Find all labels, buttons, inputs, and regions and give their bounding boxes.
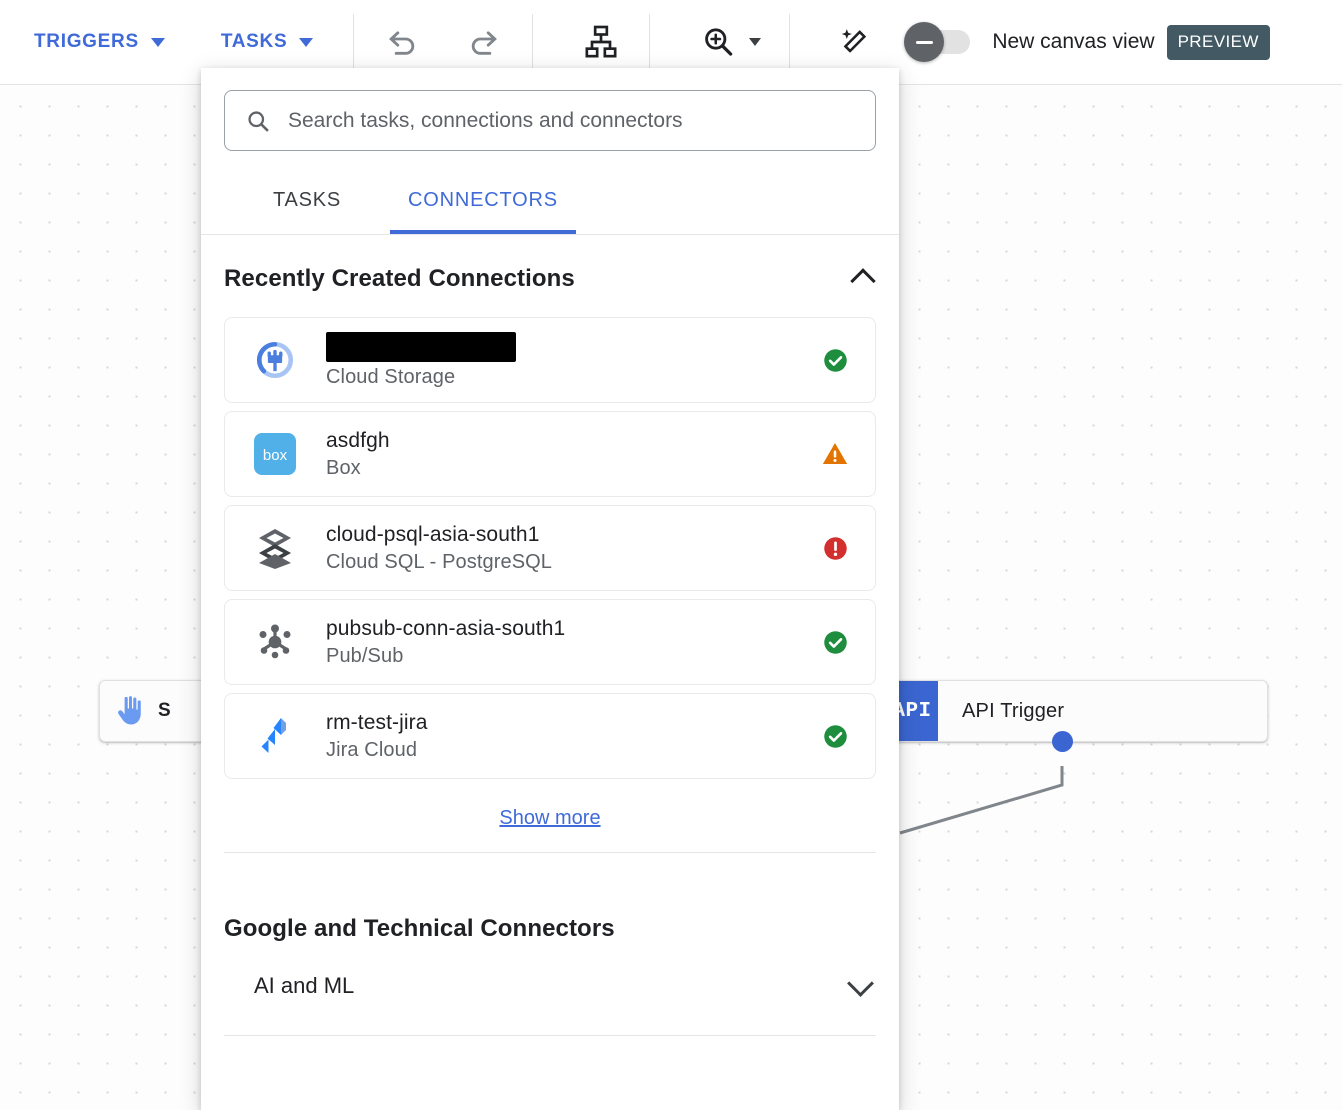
search-icon [245,108,271,134]
chevron-down-icon[interactable] [848,973,874,999]
connection-type: Cloud Storage [326,366,820,389]
check-circle-icon [822,629,849,656]
auto-layout-button[interactable] [581,22,621,62]
canvas-node-api-trigger[interactable]: API API Trigger [885,680,1268,742]
category-label: AI and ML [254,973,354,999]
list-item[interactable]: pubsub-conn-asia-south1 Pub/Sub [224,599,876,685]
node-output-connector[interactable] [1052,731,1073,752]
tasks-menu-button[interactable]: TASKS [217,21,317,63]
new-canvas-view-switch[interactable] [908,30,970,54]
show-more-link[interactable]: Show more [499,807,600,830]
category-divider [224,1035,876,1036]
tab-tasks[interactable]: TASKS [224,167,390,234]
connection-type: Pub/Sub [326,645,820,668]
list-item[interactable]: Cloud Storage [224,317,876,403]
toolbar-divider [789,14,790,71]
hand-suspend-icon [100,694,158,728]
section-title: Recently Created Connections [224,265,575,293]
redo-icon [464,22,504,62]
show-more-row: Show more [224,779,876,852]
list-item-text: asdfgh Box [298,429,820,480]
status-badge [820,347,850,374]
warning-triangle-icon [821,440,849,468]
triggers-menu-button[interactable]: TRIGGERS [30,21,169,63]
search-section [201,68,899,167]
toolbar-divider [353,14,354,71]
connection-name-redacted [326,332,516,362]
node-label: S [158,700,171,722]
zoom-in-icon [700,24,736,60]
redo-button[interactable] [464,22,504,62]
error-circle-icon [822,535,849,562]
status-badge [820,629,850,656]
auto-layout-icon [581,22,621,62]
panel-scroll-body[interactable]: Recently Created Connections Clo [201,235,899,1110]
check-circle-icon [822,723,849,750]
magic-wand-button[interactable] [836,24,872,60]
list-item[interactable]: rm-test-jira Jira Cloud [224,693,876,779]
status-badge [820,723,850,750]
connection-type: Jira Cloud [326,739,820,762]
toolbar-divider [649,14,650,71]
cloud-sql-stack-icon [252,527,298,569]
toolbar-divider [532,14,533,71]
svg-text:box: box [263,447,288,464]
list-item-text: pubsub-conn-asia-south1 Pub/Sub [298,617,820,668]
search-input[interactable] [288,109,855,133]
chevron-down-icon [151,38,165,47]
chevron-down-icon [299,38,313,47]
switch-knob [904,22,944,62]
recently-created-connections-header[interactable]: Recently Created Connections [224,235,876,317]
list-item[interactable]: cloud-psql-asia-south1 Cloud SQL - Postg… [224,505,876,591]
new-canvas-view-toggle-group[interactable]: New canvas view [908,30,1154,54]
tasks-connectors-dropdown-panel: TASKS CONNECTORS Recently Created Connec… [201,68,899,1110]
new-canvas-view-label: New canvas view [992,30,1154,54]
connection-name: asdfgh [326,429,820,453]
list-item-text: rm-test-jira Jira Cloud [298,711,820,762]
preview-badge[interactable]: PREVIEW [1167,25,1270,60]
cloud-storage-plug-icon [252,339,298,381]
connection-name: rm-test-jira [326,711,820,735]
undo-icon [382,22,422,62]
chevron-down-icon[interactable] [749,38,761,46]
check-circle-icon [822,347,849,374]
connection-name: cloud-psql-asia-south1 [326,523,820,547]
jira-icon [252,715,298,757]
connections-list: Cloud Storage box a [224,317,876,779]
list-item-text: Cloud Storage [298,332,820,389]
connection-type: Cloud SQL - PostgreSQL [326,551,820,574]
node-label: API Trigger [938,700,1064,723]
tasks-label: TASKS [221,31,287,53]
section-title: Google and Technical Connectors [224,915,615,942]
status-badge [820,535,850,562]
box-icon: box [252,432,298,476]
panel-tabs: TASKS CONNECTORS [201,167,899,235]
tab-connectors[interactable]: CONNECTORS [390,167,576,234]
connection-type: Box [326,457,820,480]
triggers-label: TRIGGERS [34,31,139,53]
zoom-control[interactable] [700,24,761,60]
search-box[interactable] [224,90,876,151]
connection-name: pubsub-conn-asia-south1 [326,617,820,641]
pubsub-icon [252,620,298,664]
undo-button[interactable] [382,22,422,62]
google-technical-connectors-section: Google and Technical Connectors AI and M… [224,853,876,1036]
status-badge [820,440,850,468]
chevron-up-icon[interactable] [852,267,876,291]
magic-wand-icon [836,24,872,60]
category-ai-and-ml[interactable]: AI and ML [224,943,876,1029]
list-item[interactable]: box asdfgh Box [224,411,876,497]
list-item-text: cloud-psql-asia-south1 Cloud SQL - Postg… [298,523,820,574]
